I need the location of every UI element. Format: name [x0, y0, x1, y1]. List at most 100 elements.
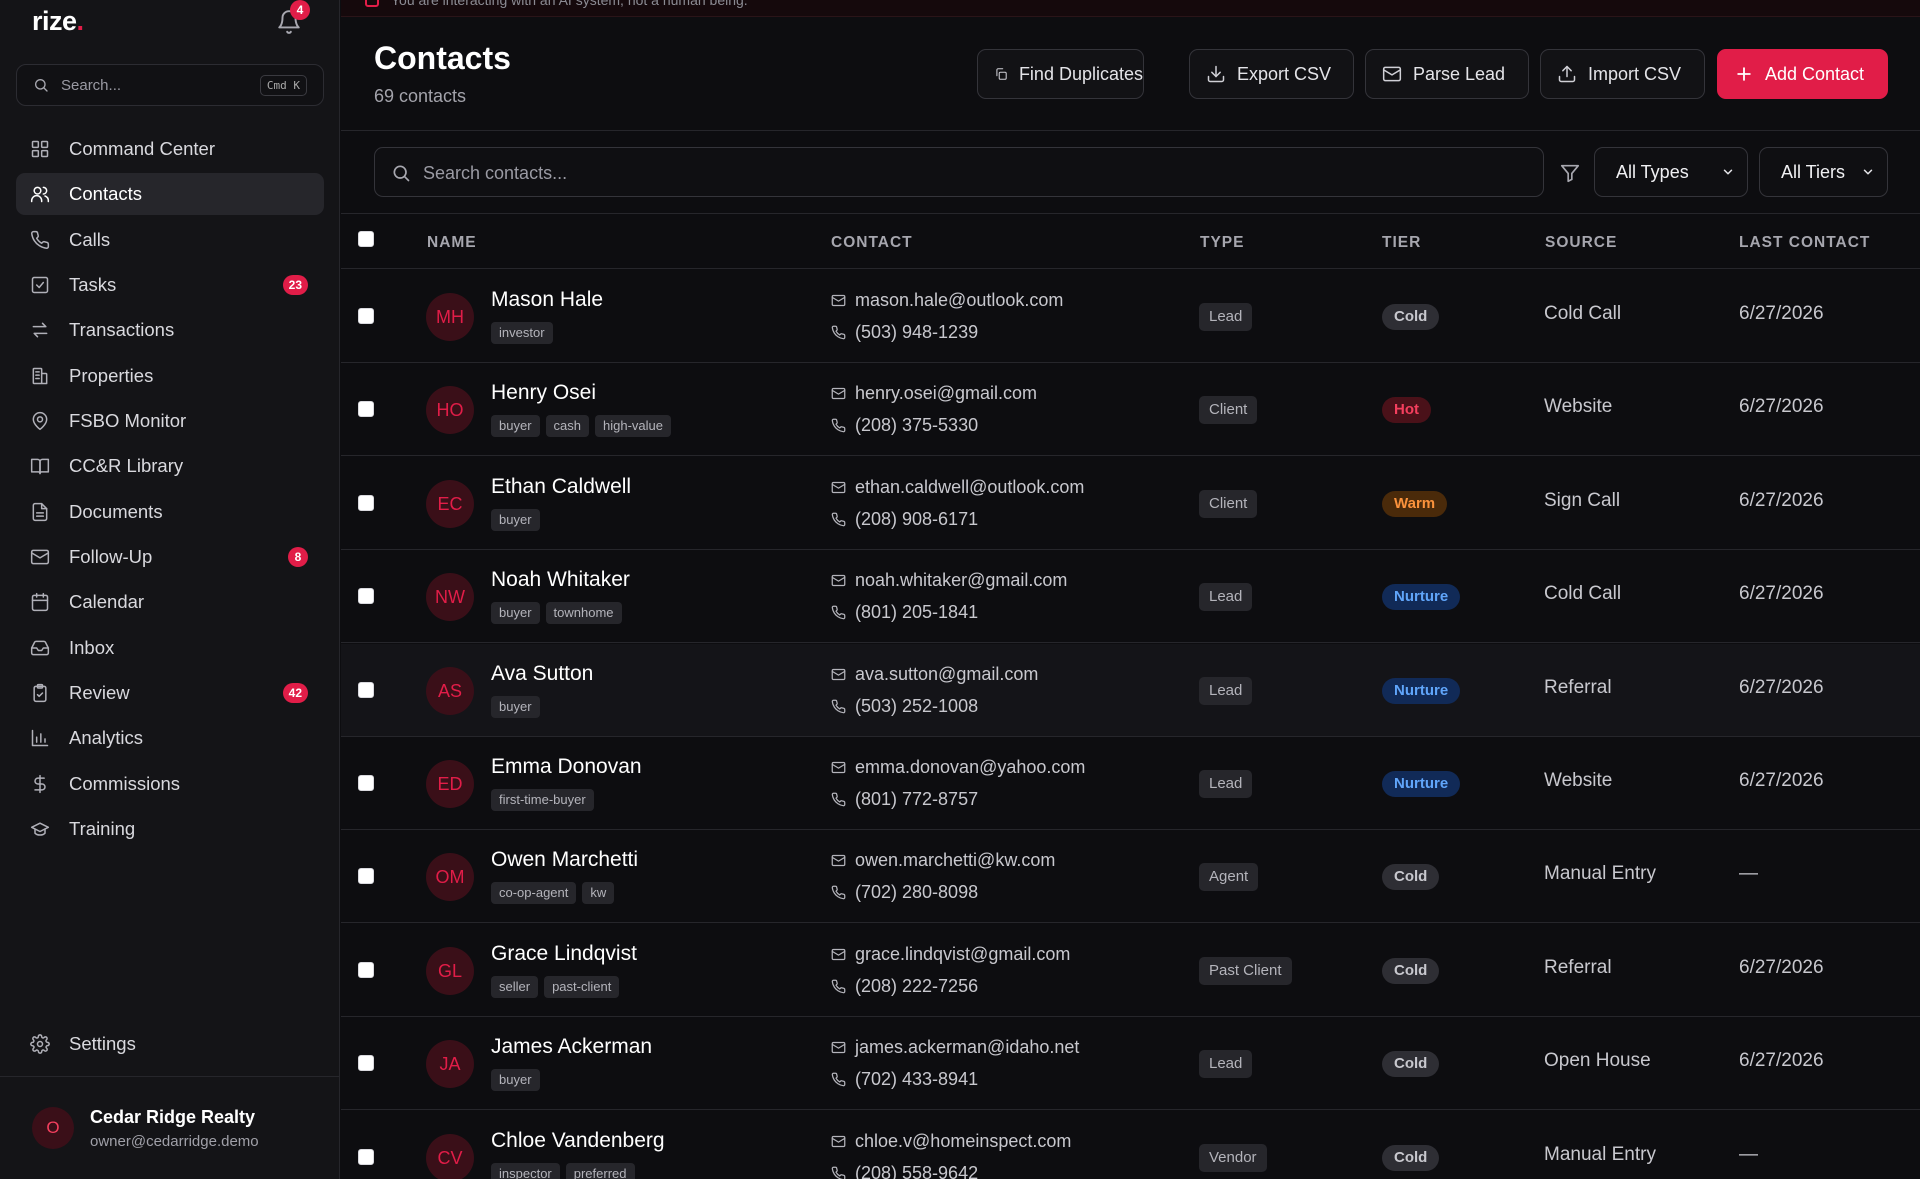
graduation-cap-icon [30, 822, 50, 836]
sidebar-item-label: Properties [69, 364, 154, 386]
sidebar-item-label: Calendar [69, 591, 145, 613]
table-row[interactable]: GL Grace Lindqvist seller past-client grace.… [341, 924, 1920, 1017]
tag-list: seller past-client [491, 975, 620, 998]
contact-name[interactable]: Noah Whitaker [491, 568, 630, 592]
email-text: chloe.v@homeinspect.com [855, 1130, 1072, 1151]
source-text: Manual Entry [1544, 863, 1656, 885]
email-text: noah.whitaker@gmail.com [855, 570, 1068, 591]
table-row[interactable]: HO Henry Osei buyer cash high-value henry.ose… [341, 363, 1920, 457]
filter-icon[interactable] [1559, 162, 1581, 184]
export-csv-button[interactable]: Export CSV [1189, 49, 1354, 99]
tag-list: inspector preferred [491, 1162, 635, 1179]
row-checkbox[interactable] [358, 588, 374, 605]
tier-badge: Cold [1382, 304, 1440, 330]
row-checkbox[interactable] [358, 868, 374, 885]
contact-search-input[interactable]: Search contacts... [374, 147, 1544, 197]
phone-icon [831, 886, 846, 900]
table-row[interactable]: CV Chloe Vandenberg inspector preferred chlo… [341, 1111, 1920, 1179]
building-icon [32, 367, 48, 384]
sidebar-item-follow-up[interactable]: Follow-Up 8 [16, 536, 324, 578]
sidebar-item-contacts[interactable]: Contacts [16, 173, 324, 216]
email-text: owen.marchetti@kw.com [855, 850, 1056, 871]
find-duplicates-button[interactable]: Find Duplicates [977, 49, 1144, 99]
contact-name[interactable]: Henry Osei [491, 381, 596, 405]
contact-name[interactable]: Ava Sutton [491, 662, 593, 686]
contact-name[interactable]: James Ackerman [491, 1035, 652, 1059]
account-section[interactable]: O Cedar Ridge Realty owner@cedarridge.de… [0, 1076, 340, 1179]
sidebar-item-label: Tasks [69, 274, 117, 296]
contact-name[interactable]: Mason Hale [491, 288, 603, 312]
sidebar-item-fsbo-monitor[interactable]: FSBO Monitor [16, 400, 324, 442]
source-text: Manual Entry [1544, 1143, 1656, 1165]
phone-icon [831, 512, 846, 527]
mail-icon [831, 948, 846, 960]
table-row[interactable]: ED Emma Donovan first-time-buyer emma.donov… [341, 737, 1920, 830]
add-contact-button[interactable]: Add Contact [1717, 49, 1888, 99]
tier-filter-select[interactable]: All Tiers [1759, 147, 1888, 197]
sidebar-item-settings[interactable]: Settings [16, 1023, 324, 1065]
contact-name[interactable]: Grace Lindqvist [491, 942, 637, 966]
sidebar-item-documents[interactable]: Documents [16, 491, 324, 533]
select-all-checkbox[interactable] [358, 231, 374, 247]
column-header-type[interactable]: TYPE [1200, 234, 1244, 252]
import-csv-button[interactable]: Import CSV [1540, 49, 1705, 99]
table-row[interactable]: EC Ethan Caldwell buyer ethan.caldwell@outl… [341, 457, 1920, 550]
contact-tag: first-time-buyer [491, 789, 594, 811]
phone-text: (702) 280-8098 [855, 882, 979, 903]
column-header-tier[interactable]: TIER [1382, 234, 1421, 252]
sidebar-item-ccandr-library[interactable]: CC&R Library [16, 445, 324, 487]
contact-name[interactable]: Ethan Caldwell [491, 475, 631, 499]
table-row[interactable]: OM Owen Marchetti co-op-agent kw owen.marche… [341, 830, 1920, 924]
sidebar-item-properties[interactable]: Properties [16, 355, 324, 397]
global-search-input[interactable]: Search... Cmd K [16, 64, 324, 106]
row-checkbox[interactable] [358, 961, 374, 978]
sidebar-item-training[interactable]: Training [16, 808, 324, 850]
last-contact-date: 6/27/2026 [1739, 396, 1824, 418]
phone-icon [831, 979, 846, 994]
row-checkbox[interactable] [358, 308, 374, 324]
app-logo[interactable]: rize. [32, 6, 84, 37]
row-checkbox[interactable] [358, 1148, 374, 1165]
sidebar-item-calendar[interactable]: Calendar [16, 581, 324, 623]
row-checkbox[interactable] [358, 401, 374, 418]
contact-name[interactable]: Emma Donovan [491, 755, 642, 779]
add-contact-label: Add Contact [1765, 63, 1865, 84]
contact-name[interactable]: Owen Marchetti [491, 848, 638, 872]
column-header-name[interactable]: NAME [427, 234, 477, 252]
row-checkbox[interactable] [358, 1055, 374, 1072]
sidebar-item-review[interactable]: Review 42 [16, 672, 324, 714]
contact-tag: buyer [491, 1069, 540, 1092]
contact-name[interactable]: Chloe Vandenberg [491, 1129, 665, 1153]
parse-lead-button[interactable]: Parse Lead [1365, 49, 1529, 99]
sidebar-item-commissions[interactable]: Commissions [16, 763, 324, 805]
grid-icon [31, 140, 49, 158]
table-row[interactable]: JA James Ackerman buyer james.ackerman@idah… [341, 1017, 1920, 1111]
email-text: ethan.caldwell@outlook.com [855, 476, 1085, 497]
table-row[interactable]: MH Mason Hale investor mason.hale@outlook.c… [341, 270, 1920, 363]
sidebar-item-tasks[interactable]: Tasks 23 [16, 264, 324, 306]
type-filter-select[interactable]: All Types [1594, 147, 1748, 197]
phone-text: (208) 558-9642 [855, 1162, 979, 1179]
dollar-icon [34, 774, 46, 793]
last-contact-date: 6/27/2026 [1739, 583, 1824, 605]
table-row[interactable]: NW Noah Whitaker buyer townhome noah.whitake… [341, 550, 1920, 644]
row-checkbox[interactable] [358, 681, 374, 698]
phone-icon [831, 605, 846, 620]
row-checkbox[interactable] [358, 775, 374, 791]
sidebar-item-command-center[interactable]: Command Center [16, 128, 324, 170]
download-icon [1207, 65, 1225, 83]
sidebar-item-inbox[interactable]: Inbox [16, 627, 324, 669]
tag-list: buyer [491, 695, 540, 718]
contact-tag: buyer [491, 695, 540, 718]
column-header-last-contact[interactable]: LAST CONTACT [1739, 234, 1870, 252]
sidebar-item-calls[interactable]: Calls [16, 219, 324, 261]
table-row[interactable]: AS Ava Sutton buyer ava.sutton@gmail.com (50… [341, 643, 1920, 737]
sidebar-item-transactions[interactable]: Transactions [16, 309, 324, 351]
column-header-source[interactable]: SOURCE [1545, 234, 1617, 252]
tier-badge: Cold [1382, 864, 1440, 891]
tag-list: buyer [491, 508, 540, 531]
sidebar-item-analytics[interactable]: Analytics [16, 717, 324, 759]
row-checkbox[interactable] [358, 494, 374, 511]
type-badge: Past Client [1199, 956, 1292, 985]
tag-list: co-op-agent kw [491, 882, 615, 905]
